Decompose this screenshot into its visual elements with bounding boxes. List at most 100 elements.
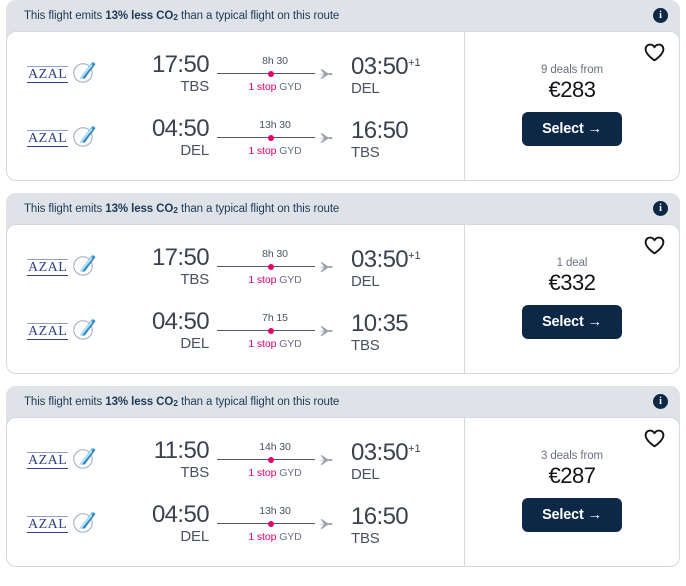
arrival-airport: DEL — [351, 466, 380, 483]
eco-message: This flight emits 13% less CO2 than a ty… — [24, 10, 339, 22]
arrival-airport: DEL — [351, 80, 380, 97]
select-button-label: Select — [542, 121, 584, 137]
plane-icon — [317, 518, 333, 530]
azal-emblem-icon — [71, 510, 97, 539]
arrival-time: 16:50 — [351, 503, 409, 530]
airline-name: AZAL — [27, 258, 69, 276]
flight-duration: 7h 15 — [262, 311, 288, 324]
stop-dot-icon — [268, 134, 274, 141]
departure-block: 04:50 DEL — [125, 501, 210, 546]
heart-icon[interactable] — [643, 428, 665, 448]
departure-block: 11:50 TBS — [125, 437, 210, 482]
info-icon[interactable]: i — [653, 8, 668, 23]
price-amount: €283 — [548, 77, 596, 102]
airline-name: AZAL — [27, 129, 69, 147]
stops-info: 1 stop GYD — [217, 273, 333, 287]
price-panel: 1 deal €332 Select → — [465, 225, 679, 373]
route-bar — [217, 136, 315, 139]
plane-icon — [317, 68, 333, 80]
departure-airport: DEL — [180, 142, 209, 159]
itinerary: AZAL 11:50 TBS 14h 30 1 stop GYD 03:50+1 DEL AZ… — [7, 418, 465, 566]
arrival-block: 10:35 TBS — [341, 307, 433, 355]
eco-suffix: than a typical flight on this route — [177, 9, 340, 22]
departure-time: 04:50 — [151, 501, 210, 528]
route-block: 13h 30 1 stop GYD — [209, 505, 341, 544]
itinerary: AZAL 17:50 TBS 8h 30 1 stop GYD 03:50+1 DEL AZA… — [7, 225, 465, 373]
route-line — [217, 518, 333, 530]
azal-emblem-icon — [71, 253, 97, 282]
departure-time: 11:50 — [153, 437, 210, 464]
stops-count: 1 stop — [248, 530, 277, 543]
azal-emblem-icon — [71, 446, 97, 475]
flight-card[interactable]: This flight emits 13% less CO2 than a ty… — [6, 0, 680, 181]
departure-airport: TBS — [180, 464, 209, 481]
eco-prefix: This flight emits — [24, 9, 106, 22]
flight-duration: 8h 30 — [262, 54, 288, 67]
deals-count-label: 1 deal — [556, 257, 588, 269]
flight-card-body: AZAL 17:50 TBS 8h 30 1 stop GYD 03:50+1 DEL AZA… — [6, 31, 680, 181]
departure-block: 04:50 DEL — [125, 309, 210, 353]
price-amount: €332 — [548, 270, 596, 295]
arrival-time-wrap: 10:35 — [351, 307, 433, 337]
airline-logo: AZAL — [17, 60, 125, 89]
arrival-time-wrap: 03:50+1 — [351, 436, 433, 466]
select-button-label: Select — [542, 314, 584, 330]
stops-info: 1 stop GYD — [217, 466, 333, 480]
layover-airport: GYD — [279, 273, 302, 286]
azal-emblem-icon — [71, 60, 97, 89]
eco-banner: This flight emits 13% less CO2 than a ty… — [6, 0, 680, 31]
route-bar — [217, 265, 315, 268]
eco-suffix: than a typical flight on this route — [177, 395, 340, 408]
arrival-time-wrap: 16:50 — [351, 114, 433, 144]
price-panel: 3 deals from €287 Select → — [465, 418, 679, 566]
eco-prefix: This flight emits — [24, 202, 106, 215]
info-icon[interactable]: i — [653, 201, 668, 216]
arrival-time: 03:50 — [351, 246, 409, 273]
airline-logo: AZAL — [17, 253, 125, 282]
stop-dot-icon — [268, 263, 274, 270]
stop-dot-icon — [268, 456, 274, 463]
heart-icon[interactable] — [643, 235, 665, 255]
departure-time: 17:50 — [151, 51, 210, 78]
deals-count-label: 9 deals from — [540, 64, 604, 76]
airline-logo: AZAL — [17, 446, 125, 475]
layover-airport: GYD — [279, 144, 302, 157]
select-button[interactable]: Select → — [522, 112, 622, 146]
arrival-time: 10:35 — [351, 310, 409, 337]
arrow-right-icon: → — [587, 314, 603, 330]
route-line — [217, 261, 333, 273]
airline-logo: AZAL — [17, 124, 125, 153]
eco-highlight: 13% less CO — [105, 9, 174, 22]
select-button-label: Select — [542, 507, 584, 523]
airline-name: AZAL — [27, 322, 69, 340]
route-line — [217, 132, 333, 144]
flight-leg: AZAL 04:50 DEL 13h 30 1 stop GYD 16:50 TBS — [7, 492, 464, 556]
flight-leg: AZAL 04:50 DEL 13h 30 1 stop GYD 16:50 TBS — [7, 106, 464, 170]
flight-leg: AZAL 17:50 TBS 8h 30 1 stop GYD 03:50+1 DEL — [7, 42, 464, 106]
flight-card[interactable]: This flight emits 13% less CO2 than a ty… — [6, 193, 680, 374]
route-block: 13h 30 1 stop GYD — [209, 119, 341, 158]
flight-card[interactable]: This flight emits 13% less CO2 than a ty… — [6, 386, 680, 567]
eco-highlight: 13% less CO — [105, 202, 174, 215]
eco-message: This flight emits 13% less CO2 than a ty… — [24, 203, 339, 215]
plane-icon — [317, 454, 333, 466]
info-icon[interactable]: i — [653, 394, 668, 409]
departure-block: 04:50 DEL — [125, 116, 210, 160]
airline-logo: AZAL — [17, 317, 125, 346]
arrival-time-wrap: 03:50+1 — [351, 243, 433, 273]
day-offset-badge: +1 — [408, 443, 421, 455]
select-button[interactable]: Select → — [522, 305, 622, 339]
price-panel: 9 deals from €283 Select → — [465, 32, 679, 180]
arrival-airport: DEL — [351, 273, 380, 290]
day-offset-badge: +1 — [408, 57, 421, 69]
plane-icon — [317, 325, 333, 337]
select-button[interactable]: Select → — [522, 498, 622, 532]
heart-icon[interactable] — [643, 42, 665, 62]
airline-logo: AZAL — [17, 510, 125, 539]
stops-count: 1 stop — [248, 144, 277, 157]
stops-count: 1 stop — [248, 337, 277, 350]
airline-name: AZAL — [27, 65, 69, 83]
eco-suffix: than a typical flight on this route — [177, 202, 340, 215]
arrival-time: 03:50 — [351, 439, 409, 466]
plane-icon — [317, 132, 333, 144]
